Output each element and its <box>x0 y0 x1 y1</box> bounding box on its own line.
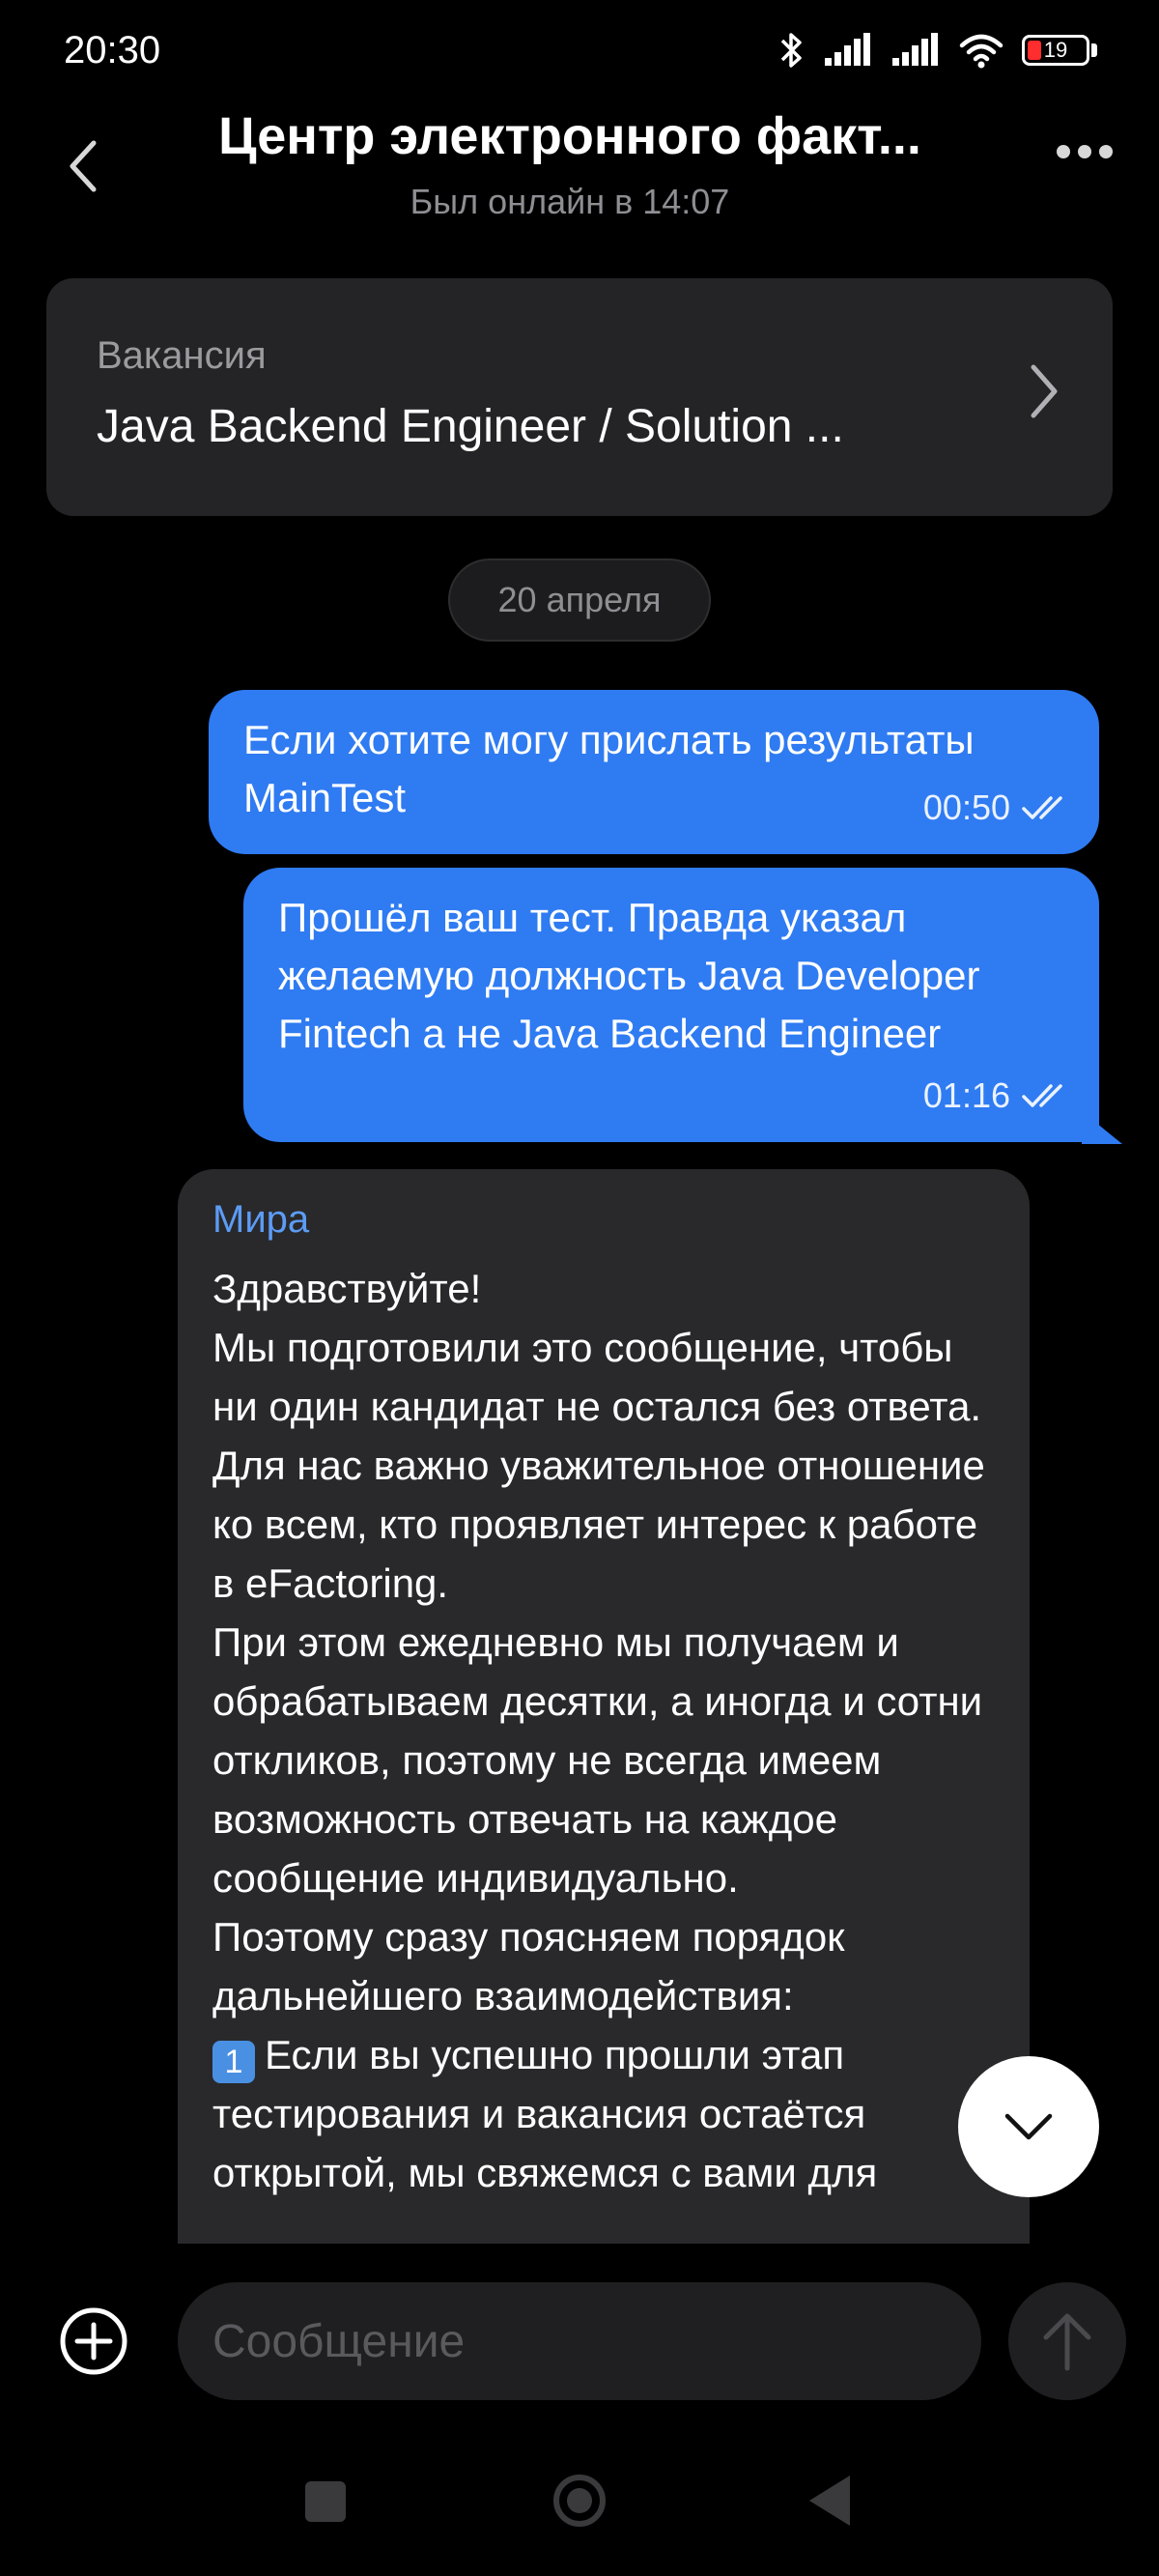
chevron-right-icon <box>1031 364 1058 418</box>
message-time: 00:50 <box>922 787 1010 827</box>
chevron-left-icon <box>70 140 97 192</box>
message-text: Прошёл ваш тест. Правда указал желаемую … <box>278 895 980 1056</box>
back-button[interactable] <box>54 128 112 205</box>
message-meta: 01:16 <box>923 1067 1070 1125</box>
vacancy-title: Java Backend Engineer / Solution ... <box>97 401 844 452</box>
last-seen-status: Был онлайн в 14:07 <box>410 182 730 221</box>
send-button[interactable] <box>1008 2282 1126 2400</box>
date-separator: 20 апреля <box>448 558 711 642</box>
message-text: Если хотите могу прислать результаты Mai… <box>243 717 975 820</box>
outgoing-message[interactable]: Прошёл ваш тест. Правда указал желаемую … <box>243 868 1099 1142</box>
vacancy-label: Вакансия <box>97 334 267 377</box>
chevron-down-icon <box>1004 2113 1053 2140</box>
status-icons: 19 <box>778 29 1097 72</box>
double-check-icon <box>1022 796 1062 819</box>
list-item-text: Если вы успешно прошли этап тестирования… <box>212 2032 878 2195</box>
arrow-up-icon <box>1043 2313 1091 2371</box>
battery-indicator: 19 <box>1022 35 1097 66</box>
add-attachment-icon[interactable] <box>58 2305 129 2377</box>
double-check-icon <box>1022 1084 1062 1107</box>
wifi-icon <box>959 34 1004 69</box>
bluetooth-icon <box>780 33 802 68</box>
vacancy-card[interactable]: Вакансия Java Backend Engineer / Solutio… <box>46 278 1113 516</box>
signal-icon-2 <box>892 33 938 66</box>
scroll-to-bottom-button[interactable] <box>958 2056 1099 2197</box>
incoming-message[interactable]: Мира Здравствуйте! Мы подготовили это со… <box>178 1169 1030 2329</box>
message-list-item: 1 Если вы успешно прошли этап тестировани… <box>212 2025 995 2202</box>
message-text: Здравствуйте! Мы подготовили это сообщен… <box>212 1266 985 2018</box>
more-dots-icon <box>1057 145 1070 158</box>
signal-icon <box>825 33 870 66</box>
outgoing-message[interactable]: Если хотите могу прислать результаты Mai… <box>209 690 1099 854</box>
home-button-icon[interactable] <box>551 2472 608 2530</box>
more-options-button[interactable] <box>1057 145 1113 158</box>
sender-name[interactable]: Мира <box>212 1198 995 1242</box>
status-time: 20:30 <box>64 29 161 72</box>
keycap-one-icon: 1 <box>212 2041 255 2083</box>
message-input[interactable] <box>178 2282 981 2400</box>
recent-apps-button[interactable] <box>305 2481 346 2522</box>
message-meta: 00:50 <box>923 779 1070 837</box>
nav-back-icon[interactable] <box>807 2474 852 2528</box>
battery-level: 19 <box>1043 38 1068 62</box>
message-time: 01:16 <box>922 1075 1010 1115</box>
chat-title[interactable]: Центр электронного факт... <box>145 106 995 166</box>
